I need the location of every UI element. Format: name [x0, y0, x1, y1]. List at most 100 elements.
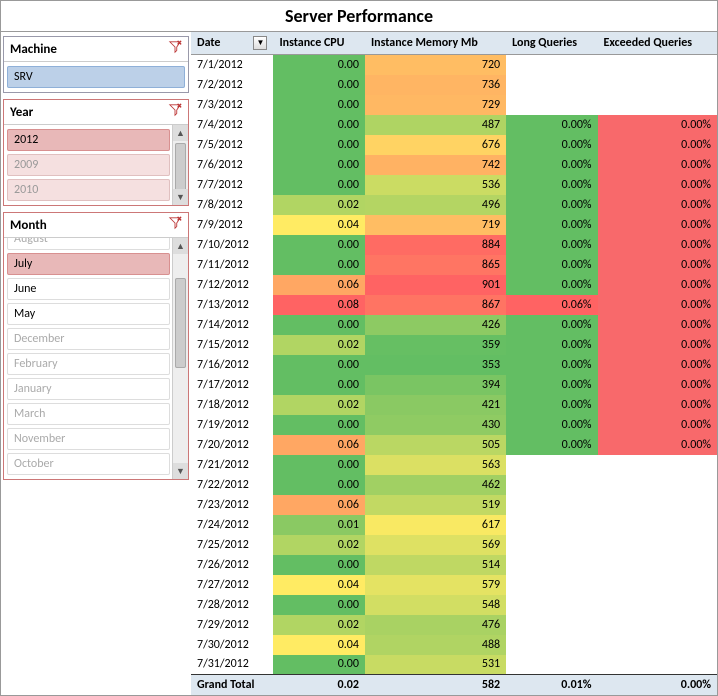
- slicer-item[interactable]: July: [7, 253, 170, 275]
- cell-cpu: 0.00: [273, 375, 365, 395]
- cell-cpu: 0.02: [273, 535, 365, 555]
- cell-exc: 0.00%: [598, 155, 718, 175]
- table-row: 7/31/20120.00531: [191, 655, 717, 675]
- cell-cpu: 0.00: [273, 595, 365, 615]
- slicer-item[interactable]: August: [7, 238, 170, 250]
- filter-dropdown-icon[interactable]: ▼: [253, 36, 267, 50]
- table-row: 7/20/20120.065050.00%0.00%: [191, 435, 717, 455]
- slicer-item[interactable]: March: [7, 403, 170, 425]
- cell-date: 7/5/2012: [191, 135, 273, 155]
- scroll-down-icon[interactable]: ▼: [173, 463, 188, 479]
- scrollbar[interactable]: ▲ ▼: [172, 238, 188, 479]
- cell-long: 0.00%: [506, 315, 597, 335]
- cell-mem: 426: [365, 315, 506, 335]
- table-row: 7/26/20120.00514: [191, 555, 717, 575]
- slicer-item[interactable]: January: [7, 378, 170, 400]
- table-row: 7/7/20120.005360.00%0.00%: [191, 175, 717, 195]
- cell-cpu: 0.02: [273, 195, 365, 215]
- clear-filter-icon[interactable]: [168, 216, 182, 234]
- slicer-machine: Machine SRV: [3, 36, 189, 93]
- slicer-item[interactable]: February: [7, 353, 170, 375]
- cell-date: 7/22/2012: [191, 475, 273, 495]
- cell-cpu: 0.00: [273, 235, 365, 255]
- cell-cpu: 0.00: [273, 115, 365, 135]
- scrollbar[interactable]: ▲ ▼: [172, 125, 188, 205]
- col-cpu[interactable]: Instance CPU: [273, 32, 365, 55]
- table-row: 7/19/20120.004300.00%0.00%: [191, 415, 717, 435]
- cell-exc: [598, 655, 718, 675]
- cell-date: 7/2/2012: [191, 75, 273, 95]
- slicer-item[interactable]: SRV: [7, 66, 185, 88]
- table-row: 7/30/20120.04488: [191, 635, 717, 655]
- col-date[interactable]: Date▼: [191, 32, 273, 55]
- cell-cpu: 0.04: [273, 575, 365, 595]
- cell-long: 0.00%: [506, 115, 597, 135]
- cell-date: 7/10/2012: [191, 235, 273, 255]
- cell-date: 7/11/2012: [191, 255, 273, 275]
- cell-mem: 394: [365, 375, 506, 395]
- cell-date: 7/20/2012: [191, 435, 273, 455]
- cell-date: 7/23/2012: [191, 495, 273, 515]
- cell-long: 0.00%: [506, 415, 597, 435]
- cell-cpu: 0.00: [273, 555, 365, 575]
- cell-long: 0.00%: [506, 255, 597, 275]
- cell-cpu: 0.00: [273, 655, 365, 675]
- slicer-item[interactable]: November: [7, 428, 170, 450]
- slicer-item[interactable]: June: [7, 278, 170, 300]
- cell-long: 0.06%: [506, 295, 597, 315]
- table-row: 7/21/20120.00563: [191, 455, 717, 475]
- cell-exc: 0.00%: [598, 315, 718, 335]
- cell-date: 7/17/2012: [191, 375, 273, 395]
- grand-total-row: Grand Total0.025820.01%0.00%: [191, 675, 717, 695]
- cell-date: 7/27/2012: [191, 575, 273, 595]
- clear-filter-icon[interactable]: [168, 103, 182, 121]
- cell-long: 0.00%: [506, 335, 597, 355]
- cell-exc: [598, 575, 718, 595]
- cell-mem: 617: [365, 515, 506, 535]
- cell-long: [506, 55, 597, 75]
- slicer-item[interactable]: December: [7, 328, 170, 350]
- cell-long: 0.00%: [506, 155, 597, 175]
- scroll-up-icon[interactable]: ▲: [173, 125, 188, 141]
- table-row: 7/9/20120.047190.00%0.00%: [191, 215, 717, 235]
- cell-date: 7/9/2012: [191, 215, 273, 235]
- col-long[interactable]: Long Queries: [506, 32, 597, 55]
- cell-long: 0.00%: [506, 215, 597, 235]
- scroll-thumb[interactable]: [175, 278, 186, 368]
- slicer-item[interactable]: 2009: [7, 154, 170, 176]
- cell-mem: 487: [365, 115, 506, 135]
- cell-exc: 0.00%: [598, 335, 718, 355]
- cell-date: 7/21/2012: [191, 455, 273, 475]
- cell-date: 7/3/2012: [191, 95, 273, 115]
- cell-date: 7/8/2012: [191, 195, 273, 215]
- slicer-item[interactable]: 2010: [7, 179, 170, 201]
- cell-date: 7/30/2012: [191, 635, 273, 655]
- cell-mem: 353: [365, 355, 506, 375]
- col-exc[interactable]: Exceeded Queries: [598, 32, 718, 55]
- cell-date: 7/24/2012: [191, 515, 273, 535]
- cell-date: 7/25/2012: [191, 535, 273, 555]
- slicer-item[interactable]: 2012: [7, 129, 170, 151]
- cell-mem: 519: [365, 495, 506, 515]
- scroll-down-icon[interactable]: ▼: [173, 189, 188, 205]
- cell-mem: 488: [365, 635, 506, 655]
- table-row: 7/29/20120.02476: [191, 615, 717, 635]
- total-label: Grand Total: [191, 675, 273, 695]
- cell-date: 7/26/2012: [191, 555, 273, 575]
- slicer-item[interactable]: October: [7, 453, 170, 475]
- cell-long: [506, 635, 597, 655]
- table-row: 7/6/20120.007420.00%0.00%: [191, 155, 717, 175]
- slicer-year-label: Year: [10, 105, 33, 120]
- cell-exc: 0.00%: [598, 135, 718, 155]
- clear-filter-icon[interactable]: [168, 40, 182, 58]
- slicer-item[interactable]: May: [7, 303, 170, 325]
- cell-long: [506, 615, 597, 635]
- cell-exc: [598, 95, 718, 115]
- scroll-up-icon[interactable]: ▲: [173, 238, 188, 254]
- cell-date: 7/7/2012: [191, 175, 273, 195]
- cell-exc: 0.00%: [598, 295, 718, 315]
- col-mem[interactable]: Instance Memory Mb: [365, 32, 506, 55]
- scroll-thumb[interactable]: [175, 143, 186, 193]
- table-row: 7/24/20120.01617: [191, 515, 717, 535]
- cell-long: [506, 575, 597, 595]
